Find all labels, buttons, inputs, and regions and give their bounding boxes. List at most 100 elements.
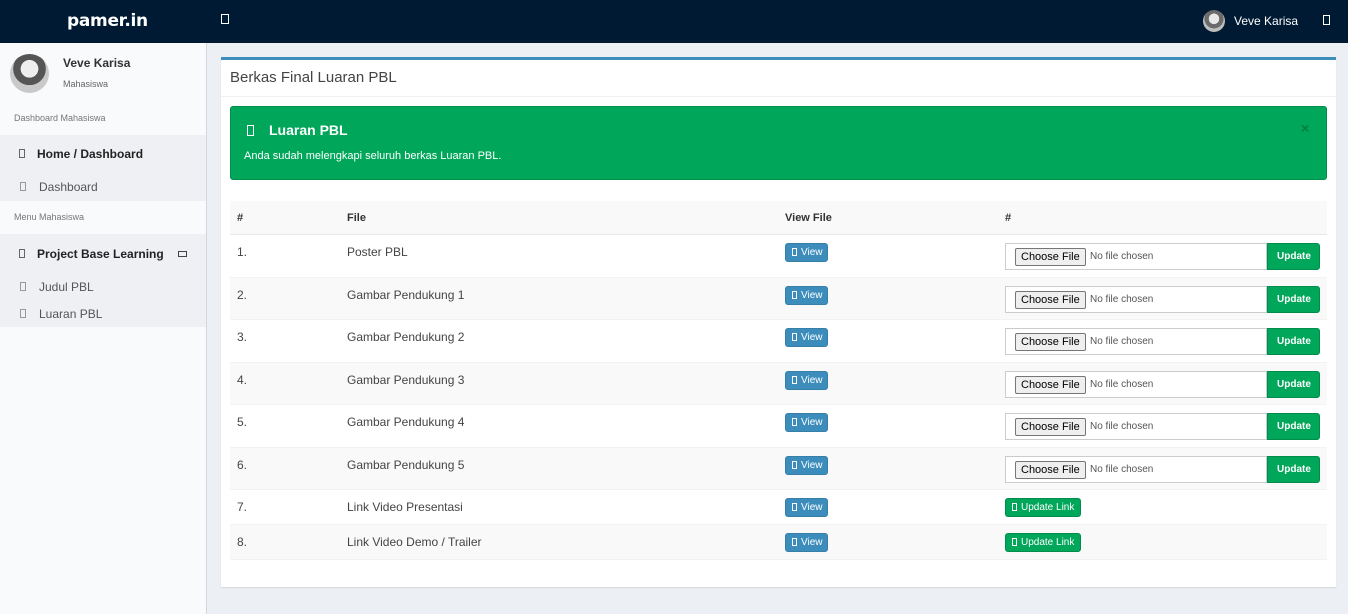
- sidebar-item-dashboard[interactable]: Dashboard: [0, 174, 206, 201]
- update-label: Update: [1277, 251, 1311, 262]
- eye-icon: [792, 248, 797, 256]
- eye-icon: [792, 503, 797, 511]
- file-name: Gambar Pendukung 2: [347, 330, 465, 344]
- user-menu-name[interactable]: Veve Karisa: [1234, 14, 1298, 28]
- row-number: 3.: [237, 330, 248, 344]
- view-button[interactable]: View: [785, 328, 828, 347]
- update-link-button[interactable]: Update Link: [1005, 533, 1081, 552]
- folder-icon: [19, 249, 25, 258]
- top-navbar: pamer.in Veve Karisa: [0, 0, 1348, 43]
- file-name: Gambar Pendukung 3: [347, 372, 465, 387]
- row-number: 8.: [237, 535, 248, 549]
- view-label: View: [801, 289, 823, 301]
- no-file-text: No file chosen: [1090, 293, 1154, 305]
- update-link-button[interactable]: Update Link: [1005, 498, 1081, 517]
- view-button[interactable]: View: [785, 285, 828, 305]
- choose-file-button[interactable]: Choose File: [1015, 290, 1086, 309]
- row-number: 6.: [237, 457, 248, 472]
- update-button[interactable]: Update: [1267, 455, 1320, 483]
- table-row: 4. Gambar Pendukung 3 View Choose File No fi…: [230, 362, 1327, 405]
- eye-icon: [792, 460, 797, 469]
- box-title: Berkas Final Luaran PBL: [230, 69, 397, 86]
- close-icon[interactable]: ×: [1301, 120, 1309, 136]
- sidebar-item-label: Dashboard: [39, 180, 98, 194]
- sidebar-item-luaran[interactable]: Luaran PBL: [0, 301, 206, 328]
- no-file-text: No file chosen: [1090, 336, 1154, 347]
- sidebar-toggle-icon[interactable]: [221, 14, 229, 24]
- choose-file-button[interactable]: Choose File: [1015, 418, 1086, 436]
- table-row: 5. Gambar Pendukung 4 View Choose File No fi…: [230, 405, 1327, 448]
- sidebar-avatar: [10, 54, 49, 93]
- view-label: View: [801, 459, 823, 471]
- choose-file-button[interactable]: Choose File: [1015, 333, 1086, 351]
- choose-file-button[interactable]: Choose File: [1015, 248, 1086, 266]
- no-file-text: No file chosen: [1090, 378, 1154, 390]
- file-name: Poster PBL: [347, 245, 408, 259]
- choose-file-button[interactable]: Choose File: [1015, 460, 1086, 479]
- column-header-view: View File: [785, 212, 832, 224]
- update-button[interactable]: Update: [1267, 243, 1320, 270]
- choose-file-button[interactable]: Choose File: [1015, 375, 1086, 394]
- column-header-action: #: [1005, 212, 1012, 224]
- circle-icon: [20, 182, 26, 191]
- view-button[interactable]: View: [785, 498, 828, 517]
- table-row: 6. Gambar Pendukung 5 View Choose File No fi…: [230, 447, 1327, 490]
- file-input[interactable]: Choose File No file chosen: [1005, 413, 1267, 440]
- eye-icon: [792, 333, 797, 341]
- update-label: Update: [1277, 293, 1311, 305]
- view-button[interactable]: View: [785, 243, 828, 262]
- file-input[interactable]: Choose File No file chosen: [1005, 328, 1267, 355]
- table-row: 3. Gambar Pendukung 2 View Choose File No fi…: [230, 320, 1327, 363]
- view-button[interactable]: View: [785, 455, 828, 475]
- file-input[interactable]: Choose File No file chosen: [1005, 455, 1267, 483]
- row-number: 5.: [237, 415, 248, 429]
- view-button[interactable]: View: [785, 413, 828, 432]
- view-button[interactable]: View: [785, 533, 828, 552]
- no-file-text: No file chosen: [1090, 463, 1154, 475]
- update-label: Update: [1277, 336, 1311, 347]
- sidebar-item-pbl[interactable]: Project Base Learning: [0, 241, 206, 268]
- sidebar-user-role: Mahasiswa: [63, 79, 109, 89]
- eye-icon: [792, 375, 797, 384]
- file-name: Gambar Pendukung 1: [347, 287, 465, 302]
- sidebar-user-name: Veve Karisa: [63, 56, 131, 70]
- sidebar-header-dashboard: Dashboard Mahasiswa: [14, 113, 106, 123]
- view-label: View: [801, 537, 823, 548]
- row-number: 1.: [237, 245, 248, 259]
- table-row: 7. Link Video Presentasi View Update Link: [230, 490, 1327, 525]
- user-avatar[interactable]: [1203, 10, 1225, 32]
- row-number: 2.: [237, 287, 248, 302]
- link-icon: [1012, 538, 1017, 546]
- file-input[interactable]: Choose File No file chosen: [1005, 285, 1267, 313]
- sidebar-item-label: Luaran PBL: [39, 307, 103, 321]
- app-logo[interactable]: pamer.in: [67, 11, 148, 31]
- update-button[interactable]: Update: [1267, 328, 1320, 355]
- file-input[interactable]: Choose File No file chosen: [1005, 243, 1267, 270]
- update-link-label: Update Link: [1021, 537, 1075, 548]
- table-row: 1. Poster PBL View Choose File No file chose…: [230, 235, 1327, 278]
- sidebar-item-judul[interactable]: Judul PBL: [0, 274, 206, 301]
- sidebar-item-home[interactable]: Home / Dashboard: [0, 141, 206, 168]
- circle-icon: [20, 282, 26, 291]
- collapse-icon[interactable]: [178, 251, 187, 257]
- row-number: 7.: [237, 500, 248, 514]
- file-name: Link Video Presentasi: [347, 500, 463, 514]
- box-divider: [221, 96, 1336, 97]
- file-name: Gambar Pendukung 4: [347, 415, 465, 429]
- table-row: 8. Link Video Demo / Trailer View Update Li…: [230, 525, 1327, 560]
- content-box: Berkas Final Luaran PBL Luaran PBL Anda …: [221, 57, 1336, 587]
- control-sidebar-icon[interactable]: [1323, 15, 1330, 25]
- no-file-text: No file chosen: [1090, 251, 1154, 262]
- table-row: 2. Gambar Pendukung 1 View Choose File No fi…: [230, 277, 1327, 320]
- update-label: Update: [1277, 463, 1311, 475]
- table-header: # File View File #: [230, 201, 1327, 235]
- update-button[interactable]: Update: [1267, 413, 1320, 440]
- file-input[interactable]: Choose File No file chosen: [1005, 370, 1267, 398]
- update-button[interactable]: Update: [1267, 370, 1320, 398]
- eye-icon: [792, 418, 797, 426]
- eye-icon: [792, 290, 797, 299]
- sidebar-item-label: Project Base Learning: [37, 247, 164, 261]
- update-button[interactable]: Update: [1267, 285, 1320, 313]
- view-label: View: [801, 332, 823, 343]
- view-button[interactable]: View: [785, 370, 828, 390]
